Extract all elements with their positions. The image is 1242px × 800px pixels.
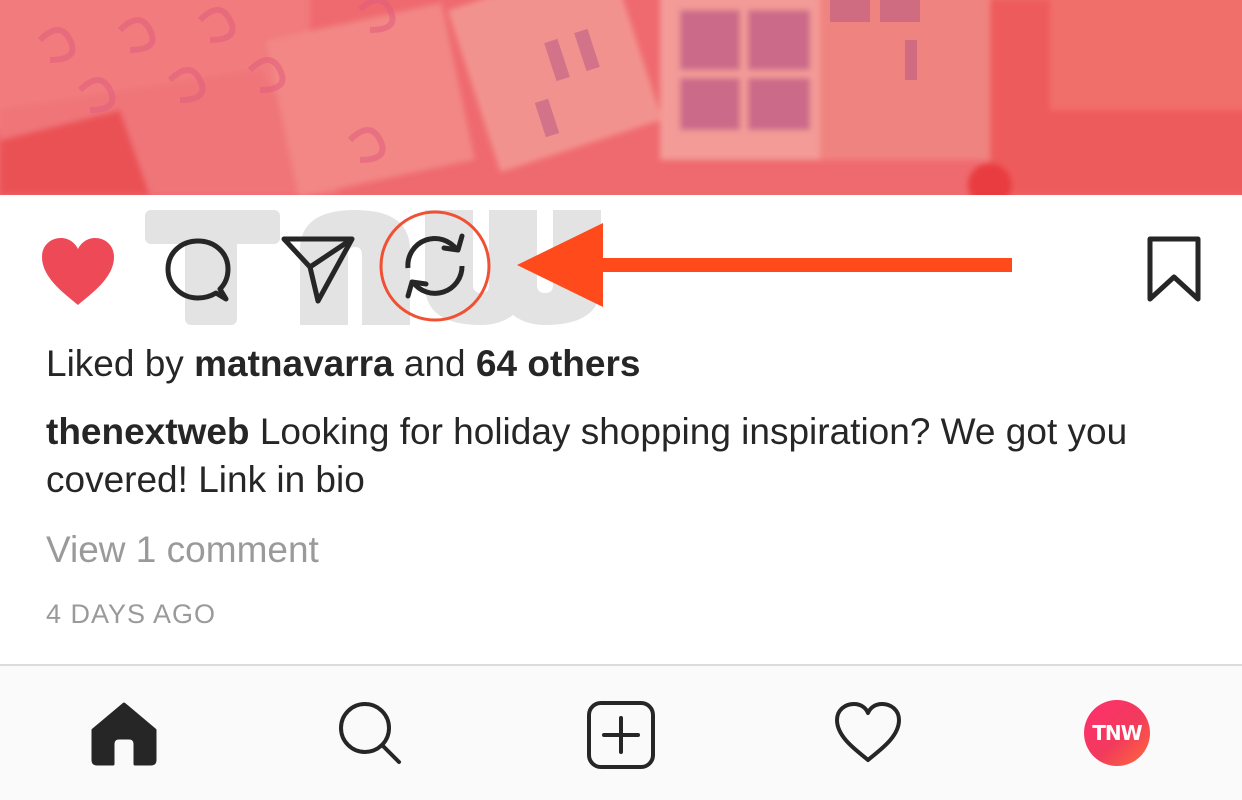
- search-icon: [339, 702, 401, 764]
- plus-square-icon: [587, 701, 655, 769]
- save-button[interactable]: [1144, 235, 1204, 303]
- heart-outline-icon: [835, 702, 901, 762]
- tab-new-post[interactable]: [551, 666, 691, 800]
- view-comments-link[interactable]: View 1 comment: [46, 524, 319, 576]
- bottom-tab-bar: TNW: [0, 664, 1242, 800]
- annotation-arrow: [515, 222, 1020, 308]
- tab-profile[interactable]: TNW: [1047, 666, 1187, 800]
- tab-search[interactable]: [300, 666, 440, 800]
- repost-arrows-icon: [379, 210, 491, 322]
- likes-others-link[interactable]: 64 others: [476, 343, 641, 384]
- heart-filled-icon: [42, 238, 114, 305]
- share-button[interactable]: [280, 233, 356, 305]
- tab-home[interactable]: [54, 666, 194, 800]
- bookmark-outline-icon: [1147, 236, 1201, 302]
- likes-summary: Liked by matnavarra and 64 others: [46, 338, 640, 390]
- repost-button[interactable]: [378, 210, 496, 322]
- like-button[interactable]: [38, 235, 118, 307]
- home-filled-icon: [91, 702, 157, 766]
- likes-prefix: Liked by: [46, 343, 184, 384]
- tab-activity[interactable]: [798, 666, 938, 800]
- profile-avatar-icon: TNW: [1084, 700, 1150, 766]
- post-caption: thenextweb Looking for holiday shopping …: [46, 408, 1206, 504]
- liked-by-username[interactable]: matnavarra: [194, 343, 394, 384]
- avatar-logo-text: TNW: [1092, 721, 1142, 745]
- comment-bubble-icon: [165, 238, 231, 302]
- post-timestamp: 4 DAYS AGO: [46, 599, 217, 629]
- caption-username[interactable]: thenextweb: [46, 411, 250, 452]
- post-image[interactable]: [0, 0, 1242, 195]
- comment-button[interactable]: [160, 237, 236, 303]
- likes-conjunction: and: [403, 343, 466, 384]
- paper-plane-icon: [281, 236, 355, 304]
